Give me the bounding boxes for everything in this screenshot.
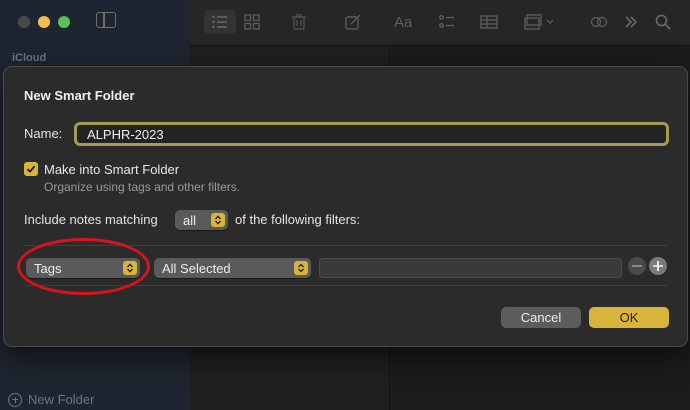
collaborate-icon[interactable]	[590, 10, 608, 34]
dialog-title: New Smart Folder	[24, 88, 135, 103]
popup-arrows-icon	[211, 213, 225, 227]
new-folder-button[interactable]: New Folder	[8, 392, 94, 407]
popup-arrows-icon	[294, 261, 308, 275]
search-icon[interactable]	[655, 10, 671, 34]
filter-separator-bottom	[24, 285, 667, 286]
filter-condition-value: All Selected	[162, 260, 231, 276]
minimize-window-button[interactable]	[38, 16, 50, 28]
format-text-icon[interactable]: Aa	[394, 10, 412, 34]
filters-suffix-label: of the following filters:	[235, 212, 361, 227]
folder-name-input[interactable]	[74, 122, 669, 146]
cancel-button[interactable]: Cancel	[501, 307, 581, 328]
filter-condition-select[interactable]: All Selected	[154, 258, 311, 278]
checklist-icon[interactable]	[439, 10, 455, 34]
filter-field-value: Tags	[34, 260, 62, 276]
plus-circle-icon	[8, 392, 22, 407]
sidebar-section-icloud: iCloud	[12, 52, 47, 64]
match-mode-select[interactable]: all	[175, 210, 228, 230]
name-label: Name:	[24, 126, 63, 141]
compose-icon[interactable]	[345, 10, 361, 34]
filter-field-select[interactable]: Tags	[26, 258, 140, 278]
media-icon[interactable]	[524, 10, 556, 34]
popup-arrows-icon	[123, 261, 137, 275]
filter-separator-top	[24, 245, 667, 246]
remove-filter-button[interactable]	[628, 257, 646, 275]
gallery-view-icon[interactable]	[244, 10, 260, 34]
smart-folder-checkbox-label: Make into Smart Folder	[44, 162, 180, 177]
match-mode-value: all	[183, 212, 197, 228]
add-filter-button[interactable]	[649, 257, 667, 275]
smart-folder-description: Organize using tags and other filters.	[44, 180, 241, 194]
include-notes-label: Include notes matching	[24, 212, 158, 227]
close-window-button[interactable]	[18, 16, 30, 28]
table-icon[interactable]	[480, 10, 498, 34]
list-view-icon[interactable]	[204, 10, 236, 34]
more-chevrons-icon[interactable]	[624, 10, 638, 34]
ok-button[interactable]: OK	[589, 307, 669, 328]
toolbar: Aa	[190, 0, 690, 46]
smart-folder-checkbox[interactable]	[24, 162, 38, 176]
filter-value-field[interactable]	[319, 258, 622, 278]
sidebar-toggle-icon[interactable]	[96, 12, 116, 28]
trash-icon[interactable]	[292, 10, 306, 34]
checkmark-icon	[26, 165, 36, 173]
zoom-window-button[interactable]	[58, 16, 70, 28]
new-folder-label: New Folder	[28, 392, 95, 407]
new-smart-folder-dialog: New Smart Folder Name: Make into Smart F…	[3, 66, 688, 347]
